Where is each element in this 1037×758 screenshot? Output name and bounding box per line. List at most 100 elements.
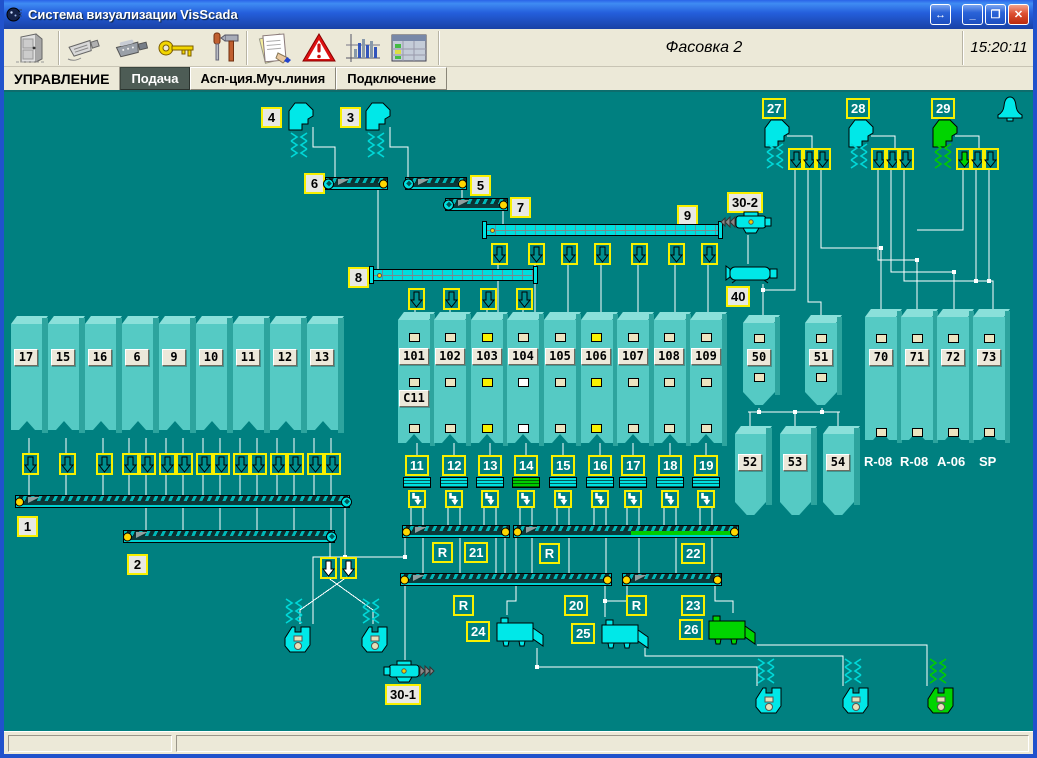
- belt-conveyor[interactable]: [622, 573, 722, 586]
- valve[interactable]: [668, 243, 685, 265]
- serial-port-icon[interactable]: [62, 31, 104, 65]
- tag-button[interactable]: 4: [261, 107, 282, 128]
- tag-button[interactable]: 16: [588, 455, 613, 476]
- trends-chart-icon[interactable]: [342, 31, 384, 65]
- belt-conveyor[interactable]: [323, 177, 388, 190]
- toggle-size-button[interactable]: ↔: [930, 4, 951, 25]
- tag-button[interactable]: 29: [931, 98, 956, 119]
- maximize-button[interactable]: ❐: [985, 4, 1006, 25]
- valve[interactable]: [897, 148, 914, 170]
- packing-machine[interactable]: [600, 617, 650, 656]
- valve[interactable]: [491, 243, 508, 265]
- tag-button[interactable]: 3: [340, 107, 361, 128]
- valve[interactable]: [814, 148, 831, 170]
- feeder[interactable]: [440, 477, 468, 488]
- packing-machine[interactable]: [495, 615, 545, 654]
- tag-button[interactable]: R: [432, 542, 453, 563]
- tag-button[interactable]: R: [626, 595, 647, 616]
- tab-2[interactable]: Подключение: [336, 67, 447, 90]
- valve[interactable]: [196, 453, 213, 475]
- valve[interactable]: [307, 453, 324, 475]
- elbow-arrow-icon[interactable]: [591, 490, 609, 508]
- silo[interactable]: [159, 316, 196, 444]
- tag-button[interactable]: R: [539, 543, 560, 564]
- tag-button[interactable]: 6: [304, 173, 325, 194]
- tag-button[interactable]: 12: [442, 455, 467, 476]
- tag-button[interactable]: 30-2: [727, 192, 764, 213]
- screw-conveyor[interactable]: [482, 221, 723, 239]
- protocol-table-icon[interactable]: [388, 31, 430, 65]
- discharge-shoe[interactable]: [754, 686, 784, 719]
- tag-button[interactable]: 8: [348, 267, 369, 288]
- tag-button[interactable]: 9: [677, 205, 698, 226]
- valve[interactable]: [233, 453, 250, 475]
- silo[interactable]: [735, 426, 772, 516]
- feeder[interactable]: [476, 477, 504, 488]
- valve[interactable]: [270, 453, 287, 475]
- valve[interactable]: [516, 288, 533, 310]
- menu-control[interactable]: УПРАВЛЕНИЕ: [4, 67, 121, 90]
- tag-button[interactable]: 28: [846, 98, 871, 119]
- silo[interactable]: [307, 316, 344, 444]
- valve[interactable]: [528, 243, 545, 265]
- belt-conveyor[interactable]: [400, 573, 612, 586]
- tag-button[interactable]: 13: [478, 455, 503, 476]
- tag-button[interactable]: 15: [551, 455, 576, 476]
- valve[interactable]: [96, 453, 113, 475]
- silo[interactable]: [48, 316, 85, 444]
- feeder[interactable]: [586, 477, 614, 488]
- valve[interactable]: [320, 557, 337, 579]
- connector-icon[interactable]: [110, 31, 152, 65]
- tag-button[interactable]: 22: [681, 543, 706, 564]
- valve[interactable]: [982, 148, 999, 170]
- service-tools-icon[interactable]: [204, 31, 246, 65]
- belt-conveyor[interactable]: [402, 525, 510, 538]
- elbow-arrow-icon[interactable]: [445, 490, 463, 508]
- tag-button[interactable]: 17: [621, 455, 646, 476]
- elbow-arrow-icon[interactable]: [517, 490, 535, 508]
- discharge-shoe[interactable]: [926, 686, 956, 719]
- access-key-icon[interactable]: [156, 31, 198, 65]
- tag-button[interactable]: 18: [658, 455, 683, 476]
- valve[interactable]: [594, 243, 611, 265]
- filter-hopper[interactable]: [287, 101, 315, 136]
- discharge-shoe[interactable]: [841, 686, 871, 719]
- belt-conveyor[interactable]: [513, 525, 739, 538]
- close-button[interactable]: ✕: [1008, 4, 1029, 25]
- tag-button[interactable]: 25: [571, 623, 596, 644]
- valve[interactable]: [250, 453, 267, 475]
- tag-button[interactable]: 26: [679, 619, 704, 640]
- valve[interactable]: [408, 288, 425, 310]
- tag-button[interactable]: 1: [17, 516, 38, 537]
- tag-button[interactable]: 14: [514, 455, 539, 476]
- valve[interactable]: [561, 243, 578, 265]
- valve[interactable]: [22, 453, 39, 475]
- elbow-arrow-icon[interactable]: [408, 490, 426, 508]
- tag-button[interactable]: R: [453, 595, 474, 616]
- valve[interactable]: [139, 453, 156, 475]
- feeder[interactable]: [549, 477, 577, 488]
- valve[interactable]: [59, 453, 76, 475]
- silo[interactable]: [11, 316, 48, 444]
- silo[interactable]: [122, 316, 159, 444]
- belt-conveyor[interactable]: [15, 495, 352, 508]
- minimize-button[interactable]: _: [962, 4, 983, 25]
- valve[interactable]: [631, 243, 648, 265]
- screw-conveyor[interactable]: [369, 266, 538, 284]
- feeder[interactable]: [656, 477, 684, 488]
- elbow-arrow-icon[interactable]: [661, 490, 679, 508]
- discharge-shoe[interactable]: [360, 625, 390, 658]
- exit-door-icon[interactable]: [10, 31, 52, 65]
- screw-machine[interactable]: [718, 211, 772, 242]
- alarm-bell-icon[interactable]: [995, 96, 1025, 127]
- valve[interactable]: [213, 453, 230, 475]
- tag-button[interactable]: 20: [564, 595, 589, 616]
- belt-conveyor[interactable]: [123, 530, 337, 543]
- belt-conveyor[interactable]: [443, 198, 508, 211]
- silo[interactable]: [233, 316, 270, 444]
- feeder[interactable]: [403, 477, 431, 488]
- feeder[interactable]: [512, 477, 540, 488]
- discharge-shoe[interactable]: [283, 625, 313, 658]
- valve[interactable]: [340, 557, 357, 579]
- cylinder-machine[interactable]: [722, 264, 780, 289]
